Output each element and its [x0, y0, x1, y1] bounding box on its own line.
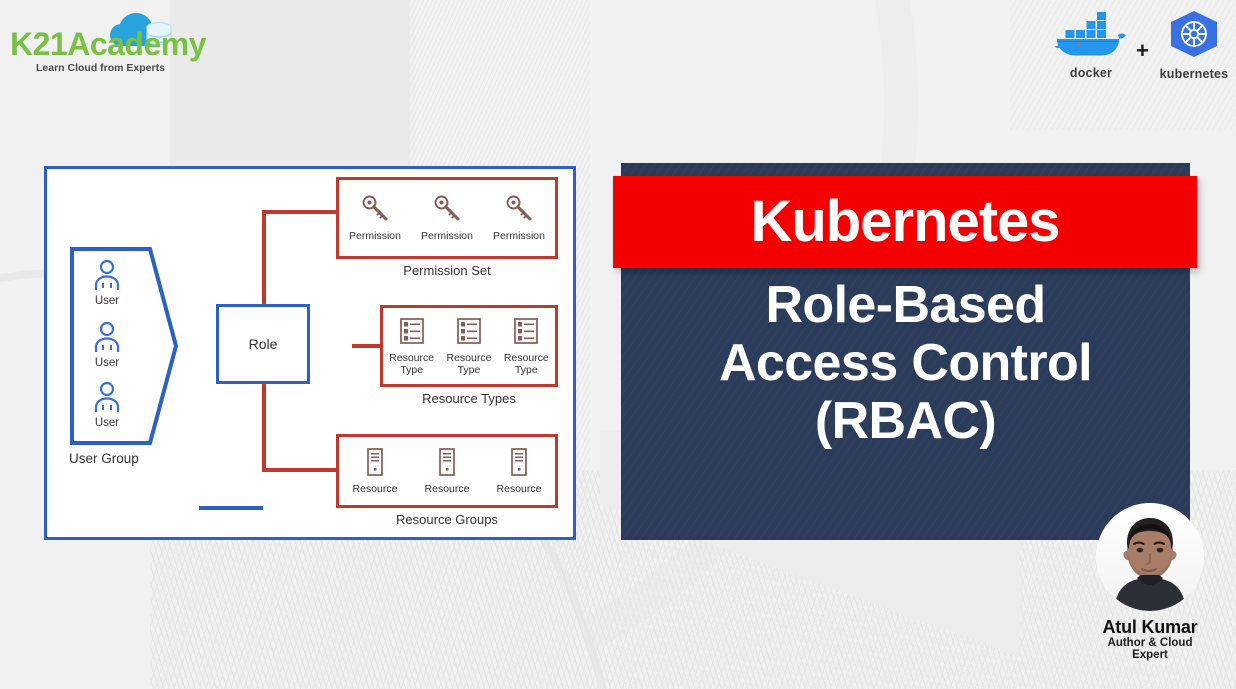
user-label: User	[94, 417, 120, 429]
title-line-2: Access Control	[718, 334, 1093, 393]
resource-type-item: Resource Type	[384, 316, 440, 377]
author-role: Author & Cloud Expert	[1107, 637, 1193, 661]
kubernetes-banner-text: Kubernetes	[750, 189, 1060, 254]
resource-type-item: Resource Type	[498, 316, 554, 377]
resource-types-caption: Resource Types	[422, 391, 516, 406]
resource-item: Resource	[344, 447, 406, 496]
server-rack-icon	[514, 317, 539, 344]
resource-groups-box[interactable]: Resource Resource Resource	[336, 434, 558, 508]
server-rack-icon	[457, 317, 481, 344]
resource-label: Resource	[496, 482, 542, 495]
user-icon	[94, 259, 120, 290]
docker-label: docker	[1069, 66, 1113, 80]
kubernetes-logo[interactable]: kubernetes	[1156, 8, 1232, 81]
title-line-3: (RBAC)	[814, 392, 997, 451]
user-group-label: User Group	[69, 451, 139, 466]
title-lines: Role-Based Access Control (RBAC)	[621, 276, 1190, 451]
key-icon	[506, 195, 532, 221]
kubernetes-label: kubernetes	[1159, 67, 1229, 81]
key-icon	[362, 195, 388, 221]
user-2: User	[81, 321, 133, 369]
role-box[interactable]: Role	[216, 304, 310, 384]
author-name: Atul Kumar	[1102, 617, 1198, 637]
user-1: User	[81, 259, 133, 307]
server-tower-icon	[367, 447, 383, 476]
connector-to-permissions	[262, 210, 337, 214]
permission-item: Permission	[344, 194, 406, 243]
permission-label: Permission	[421, 229, 473, 242]
server-tower-icon	[511, 447, 527, 476]
brand-tagline: Learn Cloud from Experts	[36, 62, 165, 74]
avatar	[1096, 503, 1204, 611]
permission-label: Permission	[349, 229, 401, 242]
user-label: User	[94, 357, 120, 369]
resource-item: Resource	[416, 447, 478, 496]
kubernetes-banner: Kubernetes	[613, 176, 1197, 268]
permission-item: Permission	[488, 194, 550, 243]
resource-label: Resource	[424, 482, 470, 495]
kubernetes-helm-icon	[1171, 11, 1217, 57]
connector-usergroup-role	[199, 506, 263, 510]
key-icon	[434, 195, 460, 221]
resource-type-item: Resource Type	[441, 316, 497, 377]
rbac-diagram: User User User User Group Role Permissio…	[44, 166, 576, 540]
resource-label: Resource	[352, 482, 398, 495]
docker-logo[interactable]: docker	[1052, 8, 1130, 80]
user-label: User	[94, 295, 120, 307]
server-rack-icon	[399, 317, 424, 344]
resource-type-label: Resource Type	[389, 351, 435, 376]
role-label: Role	[248, 336, 278, 352]
connector-to-resource-types	[352, 344, 382, 348]
author-block: Atul Kumar Author & Cloud Expert	[1090, 503, 1210, 661]
docker-whale-icon	[1054, 12, 1126, 56]
server-tower-icon	[439, 447, 455, 476]
user-icon	[94, 321, 120, 352]
brand-logo[interactable]: K21Academy Learn Cloud from Experts	[10, 12, 207, 74]
resource-type-label: Resource Type	[503, 351, 549, 376]
connector-to-resource-groups	[262, 468, 337, 472]
permission-item: Permission	[416, 194, 478, 243]
resource-item: Resource	[488, 447, 550, 496]
brand-name: K21Academy	[10, 26, 207, 62]
resource-types-box[interactable]: Resource Type Resource Type Resource Typ…	[380, 305, 558, 387]
plus-sign: +	[1136, 38, 1149, 63]
user-icon	[94, 381, 120, 412]
permission-label: Permission	[493, 229, 545, 242]
user-3: User	[81, 381, 133, 429]
permission-set-box[interactable]: Permission Permission Permission	[336, 177, 558, 259]
resource-type-label: Resource Type	[446, 351, 492, 376]
slide-canvas: K21Academy Learn Cloud from Experts dock…	[0, 0, 1236, 689]
author-portrait	[1096, 503, 1204, 611]
resource-groups-caption: Resource Groups	[396, 512, 498, 527]
title-line-1: Role-Based	[765, 276, 1046, 334]
permission-set-caption: Permission Set	[403, 263, 491, 278]
tech-logos: docker + kubernetes	[1052, 8, 1232, 92]
